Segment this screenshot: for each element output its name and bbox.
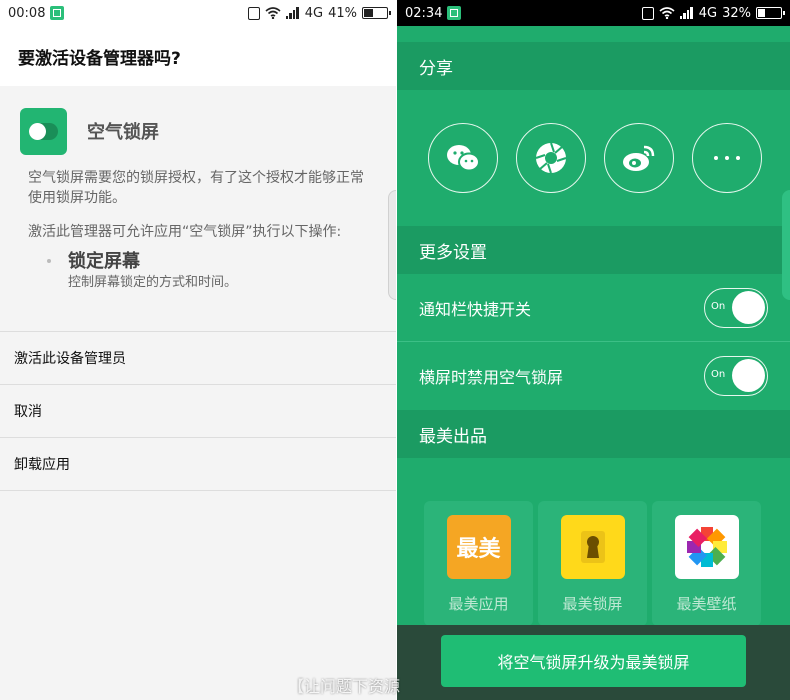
product-label: 最美壁纸	[676, 595, 737, 613]
app-settings-screen: 02:34 4G 32% 分享 更多设置 通知栏快捷开关 On 横屏时禁用空气锁…	[397, 0, 790, 700]
wifi-icon	[659, 7, 675, 19]
weibo-icon	[623, 145, 655, 171]
status-bar: 02:34 4G 32%	[397, 0, 790, 26]
product-zuimei-apps[interactable]: 最美 最美应用	[424, 501, 533, 626]
setting-row-notification: 通知栏快捷开关 On	[397, 274, 790, 342]
share-more-button[interactable]	[692, 123, 762, 193]
share-wechat-button[interactable]	[428, 123, 498, 193]
share-buttons	[397, 90, 790, 226]
uninstall-button[interactable]: 卸载应用	[0, 438, 396, 491]
product-list: 最美 最美应用 最美锁屏 最美壁纸	[397, 458, 790, 638]
toggle-knob	[732, 290, 765, 324]
more-settings-title: 更多设置	[397, 226, 790, 274]
vibrate-icon	[247, 6, 260, 20]
battery-icon	[362, 7, 391, 19]
network-type: 4G	[698, 5, 718, 21]
toggle-state: On	[711, 369, 726, 380]
footer-bar: 将空气锁屏升级为最美锁屏	[397, 625, 790, 700]
more-icon	[714, 156, 740, 160]
product-label: 最美锁屏	[562, 595, 623, 613]
setting-label: 横屏时禁用空气锁屏	[419, 368, 564, 387]
network-type: 4G	[304, 5, 324, 21]
notification-shortcut-toggle[interactable]: On	[704, 287, 768, 328]
share-moments-button[interactable]	[516, 123, 586, 193]
wifi-icon	[265, 7, 281, 19]
bullet-icon	[47, 259, 51, 263]
qr-notification-icon	[447, 6, 462, 20]
product-label: 最美应用	[448, 595, 509, 613]
toggle-knob	[732, 359, 765, 392]
upgrade-button[interactable]: 将空气锁屏升级为最美锁屏	[441, 635, 746, 687]
moments-icon	[535, 142, 567, 174]
app-name: 空气锁屏	[87, 122, 159, 143]
zuimei-apps-icon-text: 最美	[456, 537, 501, 562]
products-section-title: 最美出品	[397, 410, 790, 458]
edge-panel-handle[interactable]	[388, 190, 396, 300]
activate-admin-button[interactable]: 激活此设备管理员	[0, 332, 396, 385]
setting-label: 通知栏快捷开关	[419, 299, 532, 319]
action-menu: 激活此设备管理员 取消 卸载应用	[0, 331, 396, 491]
activation-note: 激活此管理器可允许应用“空气锁屏”执行以下操作:	[28, 224, 342, 240]
battery-icon	[756, 7, 785, 19]
wechat-icon	[447, 145, 480, 172]
keyhole-icon	[560, 515, 625, 579]
vibrate-icon	[641, 6, 654, 20]
app-logo-icon	[20, 107, 67, 155]
zuimei-apps-icon: 最美	[446, 515, 511, 579]
signal-icon	[679, 7, 694, 19]
product-zuimei-lock[interactable]: 最美锁屏	[538, 501, 647, 626]
app-header: 空气锁屏	[0, 86, 396, 176]
status-bar: 00:08 4G 41%	[0, 0, 396, 26]
toggle-state: On	[711, 300, 726, 312]
permission-desc: 控制屏幕锁定的方式和时间。	[68, 275, 238, 290]
qr-notification-icon	[50, 6, 65, 20]
app-description: 空气锁屏需要您的锁屏授权，有了这个授权才能够正常使用锁屏功能。	[28, 170, 364, 206]
device-admin-screen: 00:08 4G 41% 要激活设备管理器吗? 空气锁屏 空气锁屏需要您的锁屏授…	[0, 0, 396, 700]
status-time: 02:34	[405, 5, 443, 21]
share-section-title: 分享	[397, 42, 790, 90]
permission-item: 锁定屏幕 控制屏幕锁定的方式和时间。	[0, 250, 396, 292]
product-zuimei-wallpaper[interactable]: 最美壁纸	[652, 501, 761, 626]
battery-percent: 32%	[722, 5, 751, 21]
watermark-text: 【让问题下资源	[288, 677, 401, 696]
permission-title: 锁定屏幕	[68, 251, 140, 272]
status-time: 00:08	[8, 5, 46, 21]
battery-percent: 41%	[328, 5, 357, 21]
cancel-button[interactable]: 取消	[0, 385, 396, 438]
edge-panel-handle[interactable]	[782, 190, 790, 300]
share-weibo-button[interactable]	[604, 123, 674, 193]
wallpaper-flower-icon	[674, 515, 739, 579]
signal-icon	[285, 7, 300, 19]
dialog-title: 要激活设备管理器吗?	[0, 26, 396, 86]
setting-row-landscape: 横屏时禁用空气锁屏 On	[397, 342, 790, 410]
landscape-disable-toggle[interactable]: On	[704, 356, 768, 396]
